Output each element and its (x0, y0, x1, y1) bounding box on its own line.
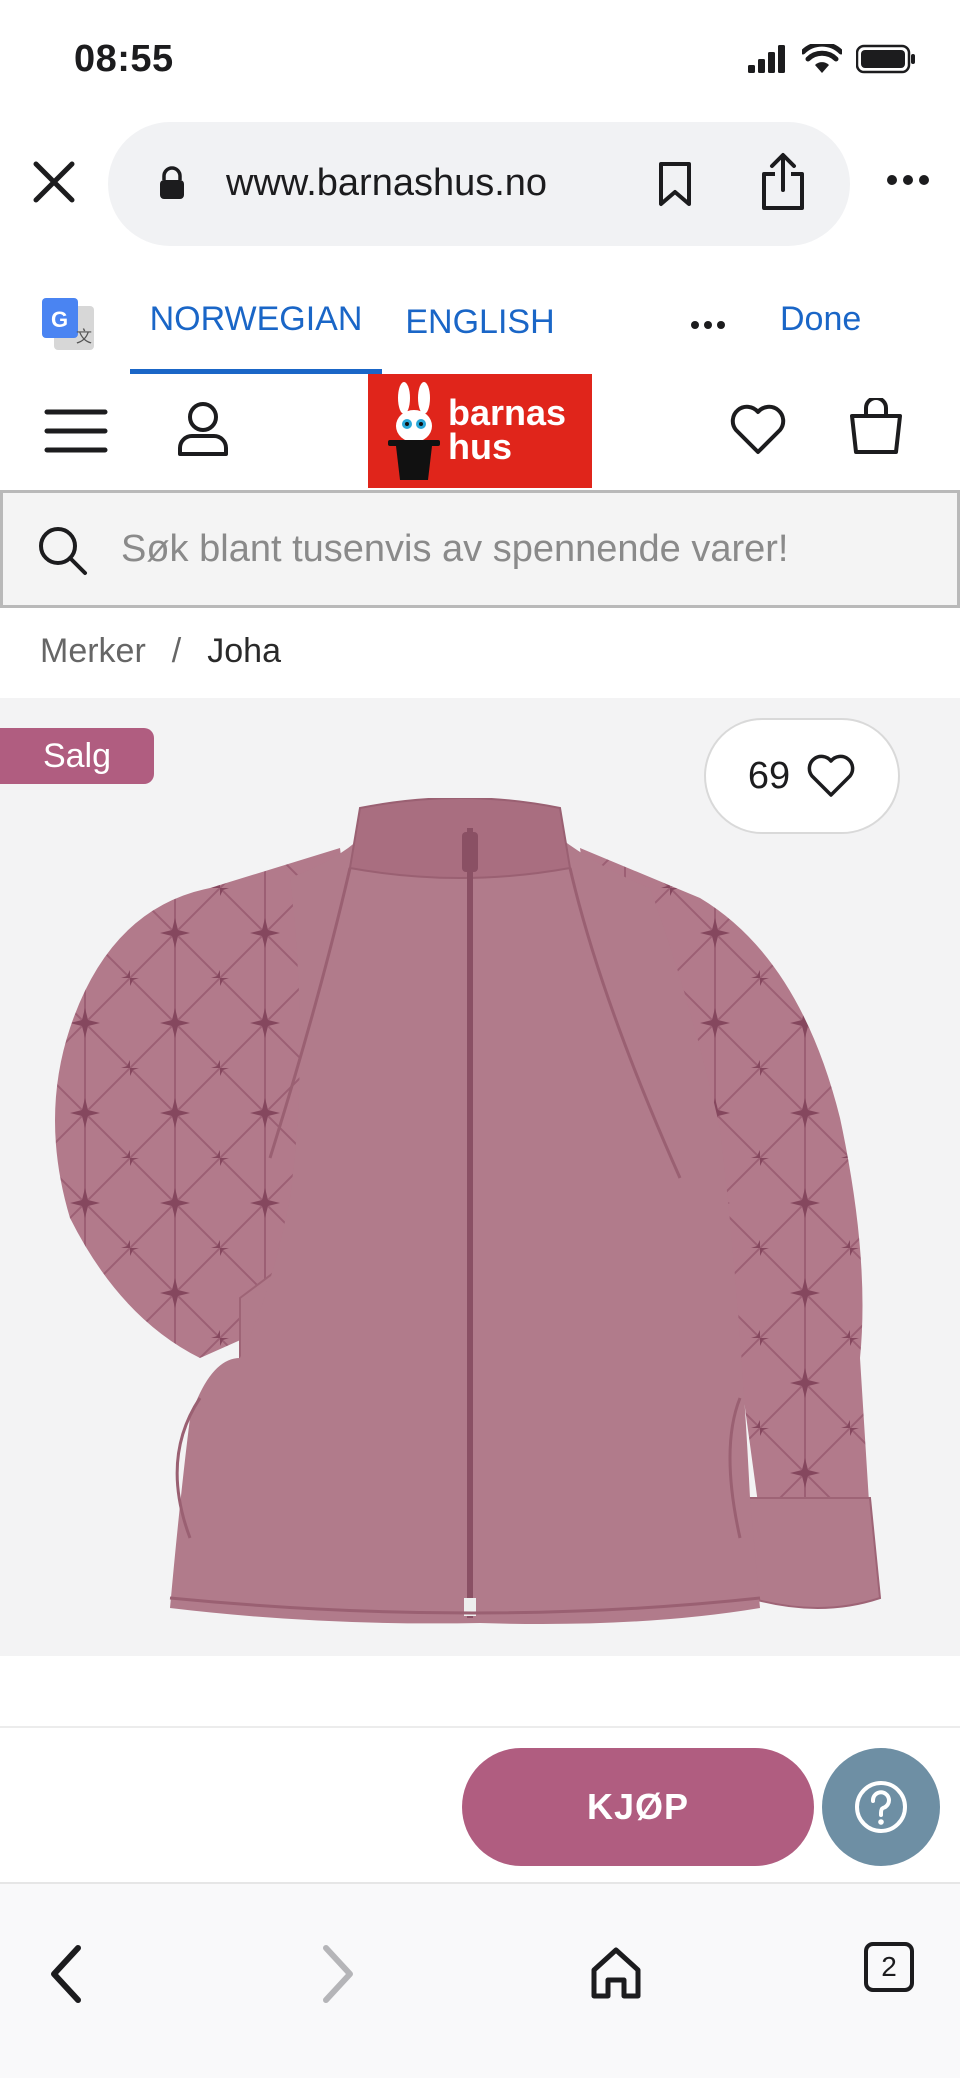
product-photo-jacket (55, 798, 882, 1624)
logo-text: barnas hus (448, 392, 567, 467)
wishlist-heart-icon[interactable] (728, 402, 788, 456)
svg-text:文: 文 (76, 327, 92, 346)
help-button[interactable] (822, 1748, 940, 1866)
lock-icon (160, 166, 184, 199)
cellular-signal-icon (748, 45, 785, 73)
breadcrumb-separator: / (171, 632, 182, 670)
product-image-area[interactable]: Salg 69 (0, 698, 960, 1656)
battery-icon (856, 44, 915, 74)
buy-row-divider (0, 1726, 960, 1728)
home-icon[interactable] (588, 1944, 644, 2000)
translate-more-icon[interactable] (690, 320, 726, 330)
tabs-button[interactable]: 2 (864, 1942, 914, 1992)
breadcrumb-current: Joha (207, 632, 281, 670)
breadcrumb-link-merker[interactable]: Merker (40, 632, 146, 671)
google-translate-icon: G 文 (42, 298, 94, 350)
url-text: www.barnashus.no (226, 162, 548, 204)
rabbit-hat-icon (388, 382, 440, 480)
question-icon (855, 1781, 907, 1833)
wifi-icon (802, 44, 842, 73)
search-bar (0, 490, 960, 608)
search-input[interactable] (121, 513, 921, 585)
close-icon[interactable] (28, 156, 80, 208)
like-count: 69 (747, 754, 791, 797)
site-header: barnas hus (0, 374, 960, 488)
logo-text-line2: hus (448, 426, 513, 467)
tab-english[interactable]: ENGLISH (400, 270, 560, 374)
heart-icon (807, 754, 855, 797)
account-icon[interactable] (176, 400, 230, 458)
barnashus-logo[interactable]: barnas hus (368, 374, 592, 488)
status-bar: 08:55 (0, 0, 960, 118)
share-icon[interactable] (758, 152, 808, 212)
forward-arrow-icon[interactable] (318, 1944, 358, 2004)
shopping-bag-icon[interactable] (848, 398, 904, 456)
sale-badge: Salg (0, 728, 154, 784)
done-button[interactable]: Done (780, 300, 861, 339)
status-time: 08:55 (74, 38, 174, 80)
search-icon[interactable] (37, 525, 89, 577)
breadcrumb: Merker / Joha (40, 632, 281, 671)
translate-bar: G 文 NORWEGIAN ENGLISH Done (0, 270, 960, 374)
address-bar[interactable]: www.barnashus.no (108, 122, 850, 246)
bookmark-icon[interactable] (656, 160, 694, 208)
status-icons (748, 44, 916, 74)
browser-url-row: www.barnashus.no (0, 118, 960, 250)
browser-toolbar: 2 (0, 1882, 960, 2078)
more-options-icon[interactable] (886, 174, 930, 186)
svg-text:G: G (51, 307, 68, 332)
back-arrow-icon[interactable] (46, 1944, 86, 2004)
buy-button[interactable]: KJØP (462, 1748, 814, 1866)
logo-text-line1: barnas (448, 392, 567, 433)
tab-norwegian[interactable]: NORWEGIAN (130, 270, 382, 374)
hamburger-menu-icon[interactable] (44, 408, 108, 454)
